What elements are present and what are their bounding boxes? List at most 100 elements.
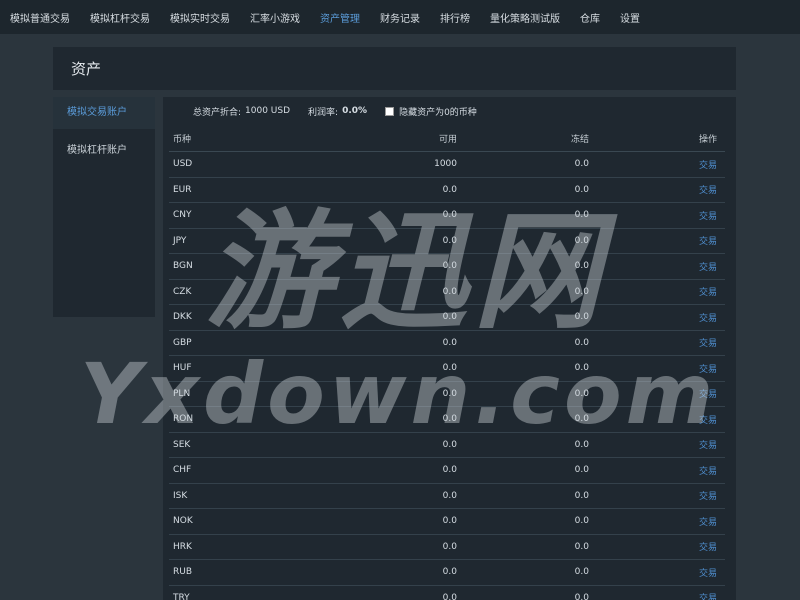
table-row: HUF 0.0 0.0 交易: [169, 355, 725, 382]
trade-link[interactable]: 交易: [589, 432, 725, 458]
table-header-row: 币种 可用 冻结 操作: [169, 125, 725, 152]
trade-link[interactable]: 交易: [589, 177, 725, 203]
available-cell: 0.0: [313, 406, 457, 433]
trade-link[interactable]: 交易: [589, 355, 725, 382]
sidebar: 模拟交易账户 模拟杠杆账户: [53, 97, 155, 317]
currency-cell: RON: [169, 406, 313, 433]
nav-item-normal-trading[interactable]: 模拟普通交易: [0, 10, 80, 25]
frozen-cell: 0.0: [457, 202, 589, 229]
currency-cell: EUR: [169, 177, 313, 203]
currency-cell: ISK: [169, 483, 313, 509]
table-row: JPY 0.0 0.0 交易: [169, 228, 725, 254]
trade-link[interactable]: 交易: [589, 228, 725, 254]
available-cell: 0.0: [313, 330, 457, 356]
available-cell: 0.0: [313, 304, 457, 331]
frozen-cell: 0.0: [457, 406, 589, 433]
frozen-cell: 0.0: [457, 355, 589, 382]
nav-item-warehouse[interactable]: 仓库: [570, 10, 610, 25]
currency-cell: USD: [169, 151, 313, 178]
frozen-cell: 0.0: [457, 279, 589, 305]
sidebar-item-leverage-account[interactable]: 模拟杠杆账户: [53, 135, 155, 167]
column-header-currency: 币种: [169, 125, 313, 152]
currency-cell: HRK: [169, 534, 313, 560]
currency-cell: BGN: [169, 253, 313, 280]
column-header-action: 操作: [589, 125, 725, 152]
nav-item-realtime-trading[interactable]: 模拟实时交易: [160, 10, 240, 25]
available-cell: 0.0: [313, 228, 457, 254]
frozen-cell: 0.0: [457, 253, 589, 280]
column-header-frozen: 冻结: [457, 125, 589, 152]
frozen-cell: 0.0: [457, 151, 589, 178]
currency-cell: CNY: [169, 202, 313, 229]
trade-link[interactable]: 交易: [589, 406, 725, 433]
trade-link[interactable]: 交易: [589, 559, 725, 586]
trade-link[interactable]: 交易: [589, 585, 725, 600]
currency-cell: DKK: [169, 304, 313, 331]
frozen-cell: 0.0: [457, 508, 589, 535]
table-row: BGN 0.0 0.0 交易: [169, 253, 725, 280]
frozen-cell: 0.0: [457, 177, 589, 203]
table-row: HRK 0.0 0.0 交易: [169, 534, 725, 560]
available-cell: 0.0: [313, 177, 457, 203]
currency-cell: SEK: [169, 432, 313, 458]
frozen-cell: 0.0: [457, 330, 589, 356]
table-row: EUR 0.0 0.0 交易: [169, 177, 725, 203]
asset-summary: 总资产折合: 1000 USD 利润率: 0.0% 隐藏资产为0的币种: [163, 97, 736, 125]
table-row: DKK 0.0 0.0 交易: [169, 304, 725, 331]
frozen-cell: 0.0: [457, 432, 589, 458]
nav-item-asset-management[interactable]: 资产管理: [310, 10, 370, 25]
frozen-cell: 0.0: [457, 534, 589, 560]
column-header-available: 可用: [313, 125, 457, 152]
table-row: USD 1000 0.0 交易: [169, 151, 725, 178]
nav-item-exchange-game[interactable]: 汇率小游戏: [240, 10, 310, 25]
available-cell: 0.0: [313, 279, 457, 305]
table-row: ISK 0.0 0.0 交易: [169, 483, 725, 509]
total-assets-value: 1000 USD: [245, 106, 291, 116]
trade-link[interactable]: 交易: [589, 279, 725, 305]
frozen-cell: 0.0: [457, 228, 589, 254]
table-row: NOK 0.0 0.0 交易: [169, 508, 725, 535]
available-cell: 0.0: [313, 253, 457, 280]
trade-link[interactable]: 交易: [589, 304, 725, 331]
hide-zero-label[interactable]: 隐藏资产为0的币种: [399, 105, 477, 118]
table-row: TRY 0.0 0.0 交易: [169, 585, 725, 600]
nav-item-financial-records[interactable]: 财务记录: [370, 10, 430, 25]
trade-link[interactable]: 交易: [589, 483, 725, 509]
nav-item-leaderboard[interactable]: 排行榜: [430, 10, 480, 25]
yield-label: 利润率:: [308, 107, 339, 118]
nav-item-quant-strategy[interactable]: 量化策略测试版: [480, 10, 570, 25]
currency-cell: GBP: [169, 330, 313, 356]
table-row: CHF 0.0 0.0 交易: [169, 457, 725, 484]
currency-cell: HUF: [169, 355, 313, 382]
yield-value: 0.0%: [342, 106, 368, 116]
available-cell: 0.0: [313, 432, 457, 458]
trade-link[interactable]: 交易: [589, 508, 725, 535]
currency-cell: TRY: [169, 585, 313, 600]
currency-cell: PLN: [169, 381, 313, 407]
available-cell: 1000: [313, 151, 457, 178]
available-cell: 0.0: [313, 355, 457, 382]
trade-link[interactable]: 交易: [589, 457, 725, 484]
total-assets-label: 总资产折合:: [193, 107, 242, 118]
currency-cell: NOK: [169, 508, 313, 535]
hide-zero-checkbox[interactable]: [385, 106, 395, 116]
nav-item-leverage-trading[interactable]: 模拟杠杆交易: [80, 10, 160, 25]
currency-cell: CHF: [169, 457, 313, 484]
trade-link[interactable]: 交易: [589, 253, 725, 280]
sidebar-item-sim-account[interactable]: 模拟交易账户: [53, 97, 155, 129]
frozen-cell: 0.0: [457, 457, 589, 484]
trade-link[interactable]: 交易: [589, 381, 725, 407]
trade-link[interactable]: 交易: [589, 151, 725, 178]
frozen-cell: 0.0: [457, 483, 589, 509]
frozen-cell: 0.0: [457, 559, 589, 586]
page-header: 资产: [53, 47, 736, 90]
page-title: 资产: [71, 60, 102, 78]
available-cell: 0.0: [313, 585, 457, 600]
top-nav: 模拟普通交易 模拟杠杆交易 模拟实时交易 汇率小游戏 资产管理 财务记录 排行榜…: [0, 0, 800, 34]
trade-link[interactable]: 交易: [589, 202, 725, 229]
table-row: GBP 0.0 0.0 交易: [169, 330, 725, 356]
table-row: CNY 0.0 0.0 交易: [169, 202, 725, 229]
trade-link[interactable]: 交易: [589, 534, 725, 560]
trade-link[interactable]: 交易: [589, 330, 725, 356]
nav-item-settings[interactable]: 设置: [610, 10, 650, 25]
